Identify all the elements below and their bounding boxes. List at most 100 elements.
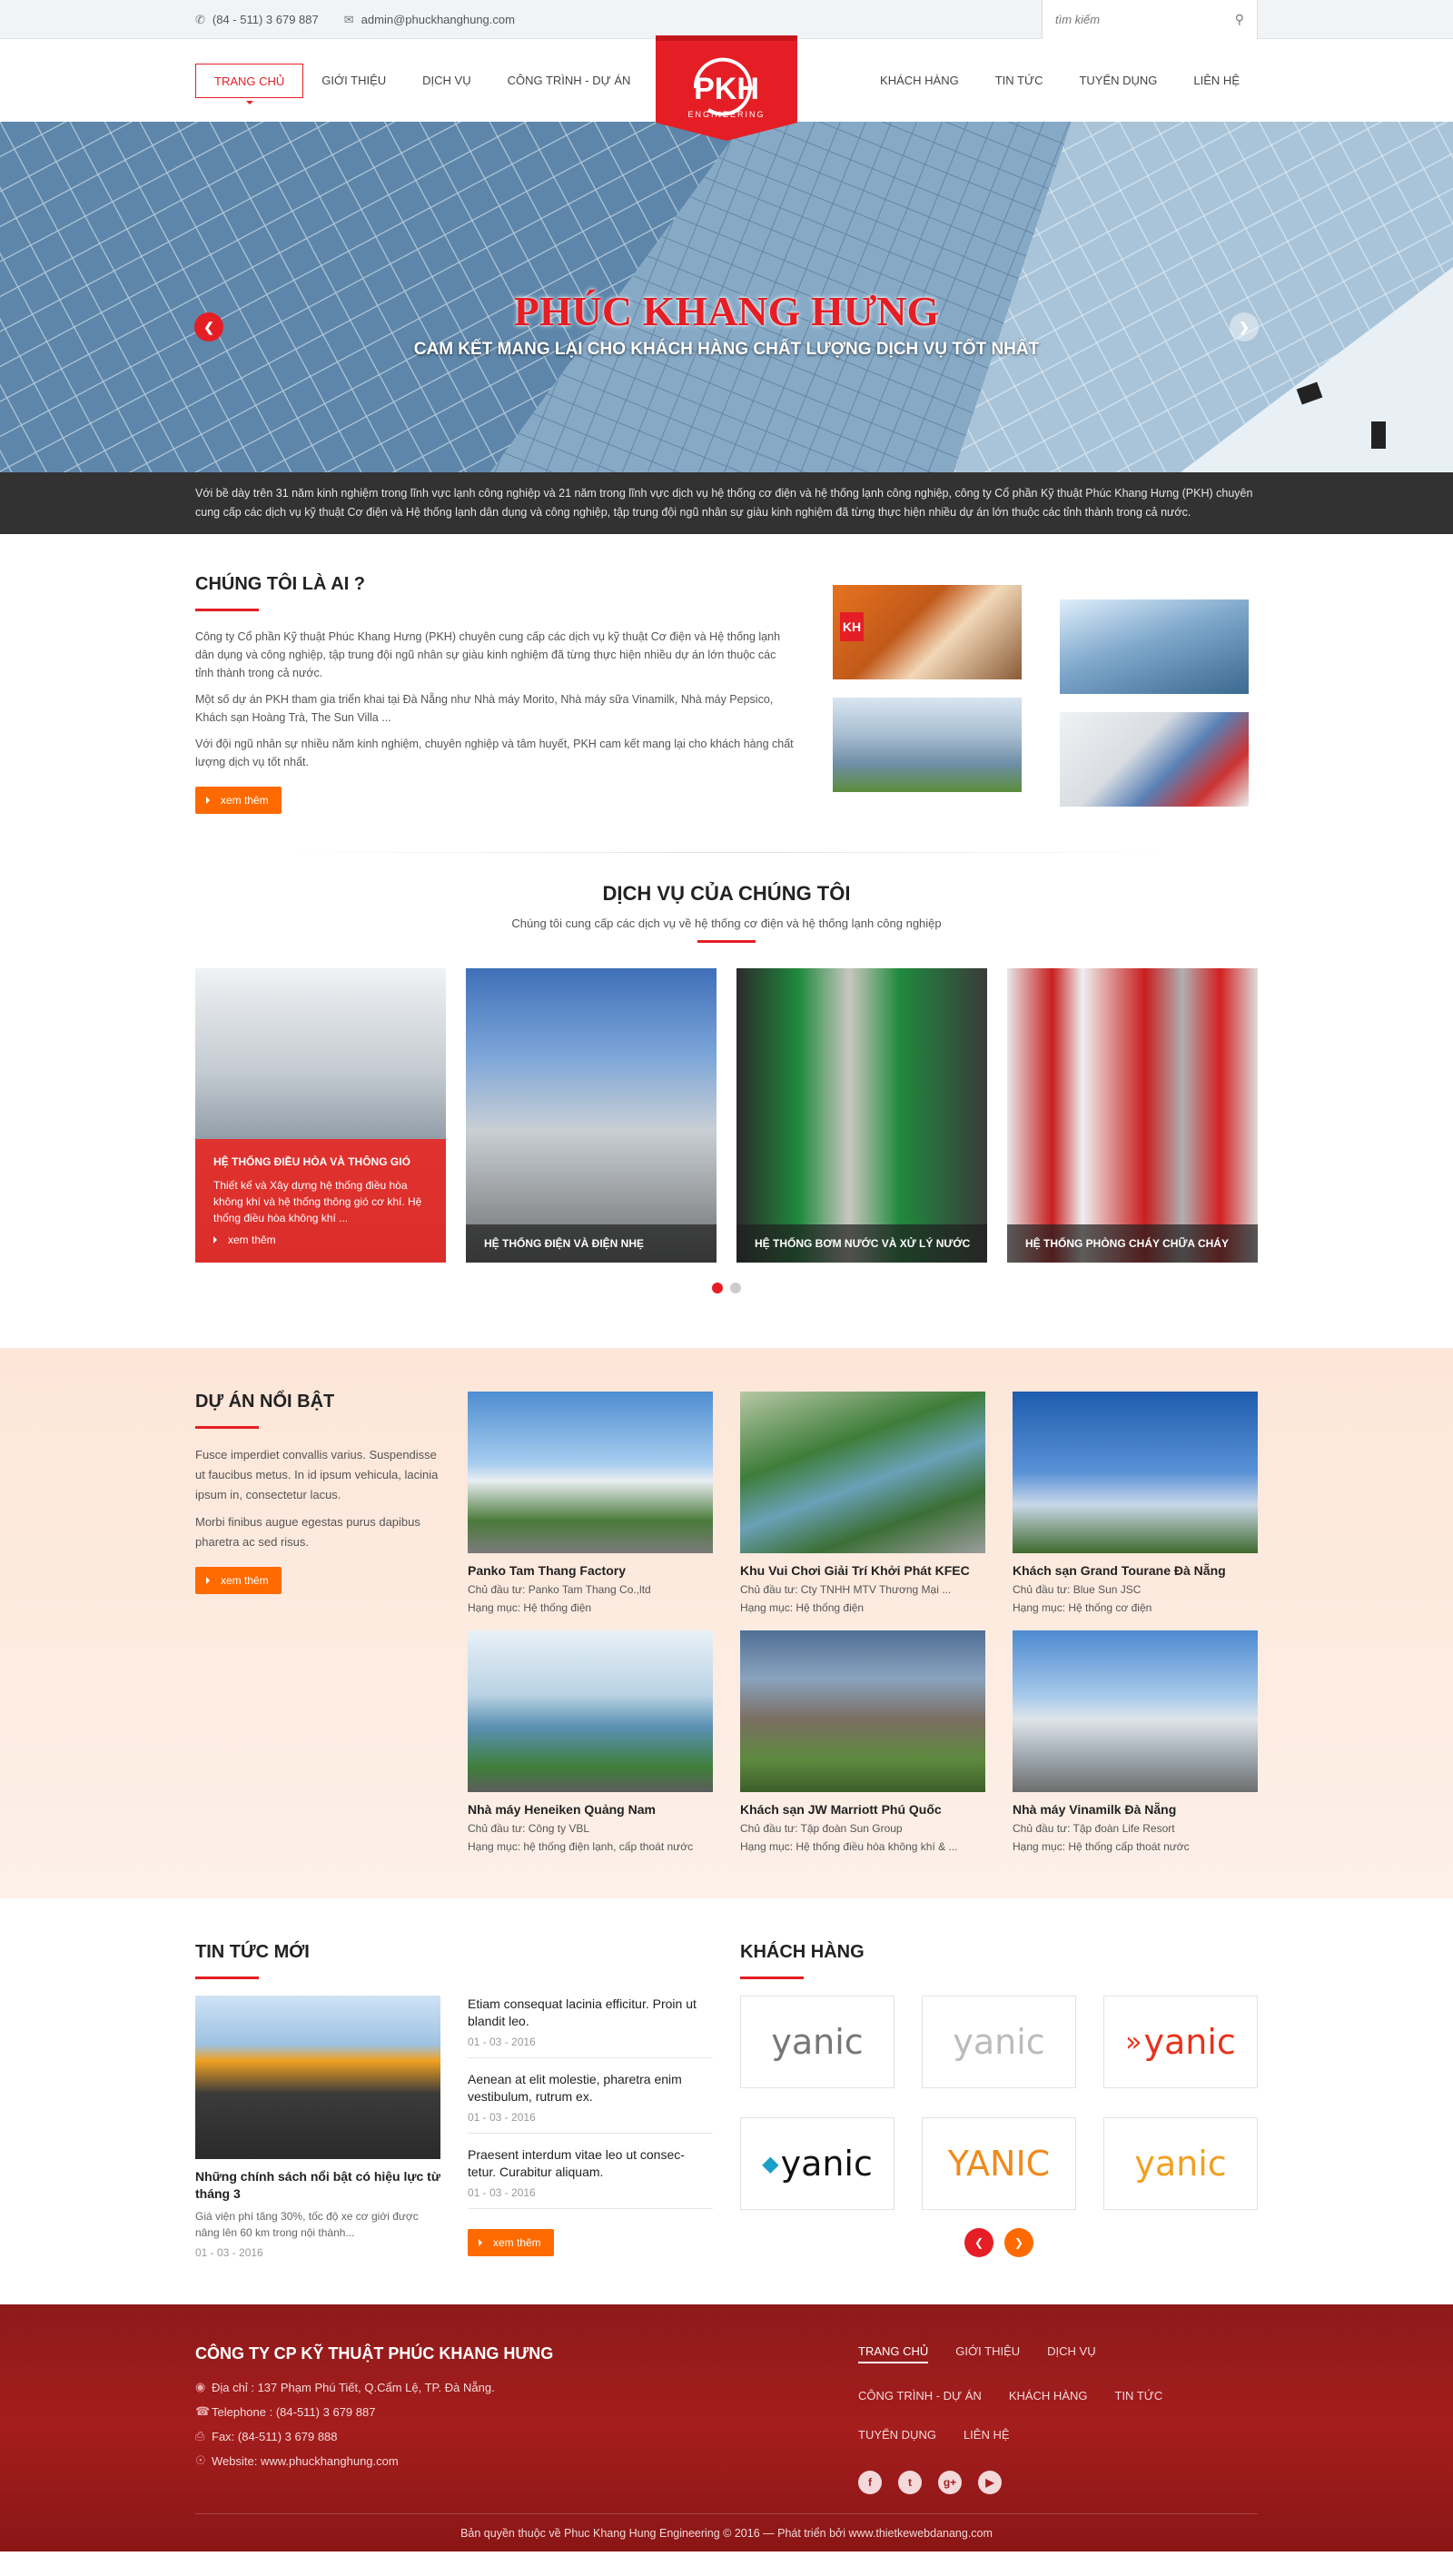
projects-grid: Panko Tam Thang Factory Chủ đầu tư: Pank…	[468, 1392, 1258, 1853]
service-card[interactable]: HỆ THỐNG ĐIỆN VÀ ĐIỆN NHẸ	[466, 968, 717, 1263]
project-image	[740, 1630, 985, 1792]
pagination-dot[interactable]	[712, 1283, 723, 1293]
about-paragraph: Một số dự án PKH tham gia triển khai tại…	[195, 693, 774, 724]
search-icon[interactable]: ⚲	[1235, 12, 1244, 27]
email-contact[interactable]: ✉ admin@phuckhanghung.com	[344, 13, 515, 27]
facebook-icon[interactable]: f	[858, 2471, 882, 2494]
search-input[interactable]	[1055, 13, 1235, 26]
project-image	[1013, 1392, 1258, 1553]
project-name: Nhà máy Vinamilk Đà Nẵng	[1013, 1802, 1177, 1817]
service-card[interactable]: HỆ THỐNG ĐIỀU HÒA VÀ THÔNG GIÓ Thiết kế …	[195, 968, 446, 1263]
footer-link-about[interactable]: GIỚI THIỆU	[955, 2344, 1020, 2363]
project-image	[740, 1392, 985, 1553]
projects-paragraph: Morbi finibus augue egestas purus dapibu…	[195, 1515, 420, 1549]
pagination-dot[interactable]	[730, 1283, 741, 1293]
footer-link-news[interactable]: TIN TỨC	[1115, 2389, 1163, 2403]
projects-more-button[interactable]: xem thêm	[195, 1567, 282, 1594]
about-paragraph: Với đội ngũ nhân sự nhiều năm kinh nghiệ…	[195, 738, 794, 768]
nav-item-services[interactable]: DỊCH VỤ	[404, 64, 489, 98]
nav-item-contact[interactable]: LIÊN HỆ	[1175, 64, 1258, 98]
clients-carousel-nav: ❮ ❯	[740, 2228, 1258, 2257]
nav-item-home[interactable]: TRANG CHỦ	[195, 63, 304, 104]
footer-fax: ⎙ Fax: (84-511) 3 679 888	[195, 2429, 338, 2443]
service-card-overlay: HỆ THỐNG ĐIỀU HÒA VÀ THÔNG GIÓ Thiết kế …	[195, 1139, 446, 1263]
project-image	[468, 1392, 713, 1553]
project-name: Khách sạn Grand Tourane Đà Nẵng	[1013, 1563, 1226, 1578]
client-logo[interactable]: ◆ yanic	[740, 2117, 895, 2210]
service-title: HỆ THỐNG PHÒNG CHÁY CHỮA CHÁY	[1007, 1224, 1258, 1263]
nav-item-careers[interactable]: TUYỂN DỤNG	[1061, 64, 1175, 98]
company-logo[interactable]: PKH ENGINEERING	[654, 30, 799, 146]
projects-title: DỰ ÁN NỔI BẬT	[195, 1392, 440, 1429]
chevron-right-icon: ❯	[1239, 319, 1250, 334]
phone-contact[interactable]: ✆ (84 - 511) 3 679 887	[195, 13, 319, 27]
featured-news[interactable]: Những chính sách nổi bật có hiệu lực từ …	[195, 1996, 440, 2259]
footer-phone[interactable]: ☎ Telephone : (84-511) 3 679 887	[195, 2404, 553, 2419]
footer-link-home[interactable]: TRANG CHỦ	[858, 2344, 929, 2363]
twitter-icon[interactable]: t	[898, 2471, 922, 2494]
google-plus-icon[interactable]: g+	[938, 2471, 962, 2494]
service-desc: Thiết kế và Xây dựng hệ thống điều hòa k…	[213, 1179, 422, 1224]
hero-next-button[interactable]: ❯	[1230, 312, 1259, 342]
hero-prev-button[interactable]: ❮	[194, 312, 223, 342]
footer-contact: CÔNG TY CP KỸ THUẬT PHÚC KHANG HƯNG ◉ Địa…	[195, 2344, 553, 2494]
mail-icon: ✉	[343, 12, 354, 26]
project-category: Hạng mục: Hệ thống cơ điện	[1013, 1601, 1152, 1614]
news-title: TIN TỨC MỚI	[195, 1942, 713, 1979]
project-card[interactable]: Khu Vui Chơi Giải Trí Khởi Phát KFEC Chủ…	[740, 1392, 985, 1614]
project-card[interactable]: Nhà máy Heneiken Quảng Nam Chủ đầu tư: C…	[468, 1630, 713, 1853]
client-logo[interactable]: yanic	[922, 1996, 1076, 2088]
nav-item-about[interactable]: GIỚI THIỆU	[303, 64, 404, 98]
services-pagination	[195, 1283, 1258, 1293]
about-more-button[interactable]: xem thêm	[195, 787, 282, 814]
project-card[interactable]: Nhà máy Vinamilk Đà Nẵng Chủ đầu tư: Tập…	[1013, 1630, 1258, 1853]
project-card[interactable]: Khách sạn JW Marriott Phú Quốc Chủ đầu t…	[740, 1630, 985, 1853]
client-logo[interactable]: yanic	[740, 1996, 895, 2088]
project-card[interactable]: Panko Tam Thang Factory Chủ đầu tư: Pank…	[468, 1392, 713, 1614]
service-card[interactable]: HỆ THỐNG PHÒNG CHÁY CHỮA CHÁY	[1007, 968, 1258, 1263]
project-owner: Chủ đầu tư: Tập đoàn Sun Group	[740, 1822, 903, 1835]
footer-website[interactable]: ☉ Website: www.phuckhanghung.com	[195, 2453, 553, 2468]
about-paragraph: Công ty Cổ phần Kỹ thuật Phúc Khang Hưng…	[195, 630, 781, 679]
client-logo[interactable]: yanic	[1103, 2117, 1258, 2210]
phone-icon: ☎	[195, 2404, 211, 2418]
news-item[interactable]: Aenean at elit molestie, pharetra enim v…	[468, 2071, 713, 2134]
news-item[interactable]: Etiam consequat lacinia efficitur. Proin…	[468, 1996, 713, 2058]
footer-address: ◉ Địa chỉ : 137 Phạm Phú Tiết, Q.Cẩm Lệ, …	[195, 2380, 495, 2394]
news-block: TIN TỨC MỚI Những chính sách nổi bật có …	[195, 1942, 713, 2259]
footer: CÔNG TY CP KỸ THUẬT PHÚC KHANG HƯNG ◉ Địa…	[0, 2304, 1453, 2551]
footer-link-clients[interactable]: KHÁCH HÀNG	[1009, 2389, 1088, 2403]
nav-item-projects[interactable]: CÔNG TRÌNH - DỰ ÁN	[489, 64, 649, 98]
footer-link-projects[interactable]: CÔNG TRÌNH - DỰ ÁN	[858, 2389, 982, 2403]
intro-text: Với bề dày trên 31 năm kinh nghiệm trong…	[195, 487, 1253, 519]
clients-next-button[interactable]: ❯	[1004, 2228, 1033, 2257]
news-date: 01 - 03 - 2016	[468, 2036, 536, 2048]
project-owner: Chủ đầu tư: Tập đoàn Life Resort	[1013, 1822, 1175, 1835]
footer-link-careers[interactable]: TUYỂN DỤNG	[858, 2428, 936, 2442]
news-date: 01 - 03 - 2016	[468, 2111, 536, 2124]
project-card[interactable]: Khách sạn Grand Tourane Đà Nẵng Chủ đầu …	[1013, 1392, 1258, 1614]
clients-block: KHÁCH HÀNG yanic yanic » yanic ◆ yanic YAN…	[740, 1942, 1258, 2259]
nav-item-news[interactable]: TIN TỨC	[977, 64, 1062, 98]
client-logo[interactable]: YANIC	[922, 2117, 1076, 2210]
service-card[interactable]: HỆ THỐNG BƠM NƯỚC VÀ XỬ LÝ NƯỚC	[736, 968, 987, 1263]
footer-link-contact[interactable]: LIÊN HỆ	[964, 2428, 1010, 2442]
service-title: HỆ THỐNG BƠM NƯỚC VÀ XỬ LÝ NƯỚC	[736, 1224, 987, 1263]
client-logo[interactable]: » yanic	[1103, 1996, 1258, 2088]
project-name: Khu Vui Chơi Giải Trí Khởi Phát KFEC	[740, 1563, 970, 1578]
clients-prev-button[interactable]: ❮	[964, 2228, 993, 2257]
service-more-link[interactable]: xem thêm	[213, 1234, 428, 1246]
project-category: Hạng mục: Hệ thống điều hòa không khí & …	[740, 1840, 958, 1853]
news-more-button[interactable]: xem thêm	[468, 2229, 554, 2256]
project-name: Khách sạn JW Marriott Phú Quốc	[740, 1802, 942, 1817]
office-building-photo	[833, 698, 1022, 792]
youtube-icon[interactable]: ▶	[978, 2471, 1002, 2494]
news-date: 01 - 03 - 2016	[195, 2246, 263, 2259]
news-item[interactable]: Praesent interdum vitae leo ut consec-te…	[468, 2146, 713, 2209]
news-headline: Những chính sách nổi bật có hiệu lực từ …	[195, 2169, 440, 2201]
footer-nav: TRANG CHỦ GIỚI THIỆU DỊCH VỤ CÔNG TRÌNH …	[858, 2344, 1258, 2494]
news-clients-section: TIN TỨC MỚI Những chính sách nổi bật có …	[0, 1898, 1453, 2304]
phone-icon: ✆	[195, 12, 205, 26]
nav-item-clients[interactable]: KHÁCH HÀNG	[862, 64, 977, 98]
footer-link-services[interactable]: DỊCH VỤ	[1047, 2344, 1095, 2363]
